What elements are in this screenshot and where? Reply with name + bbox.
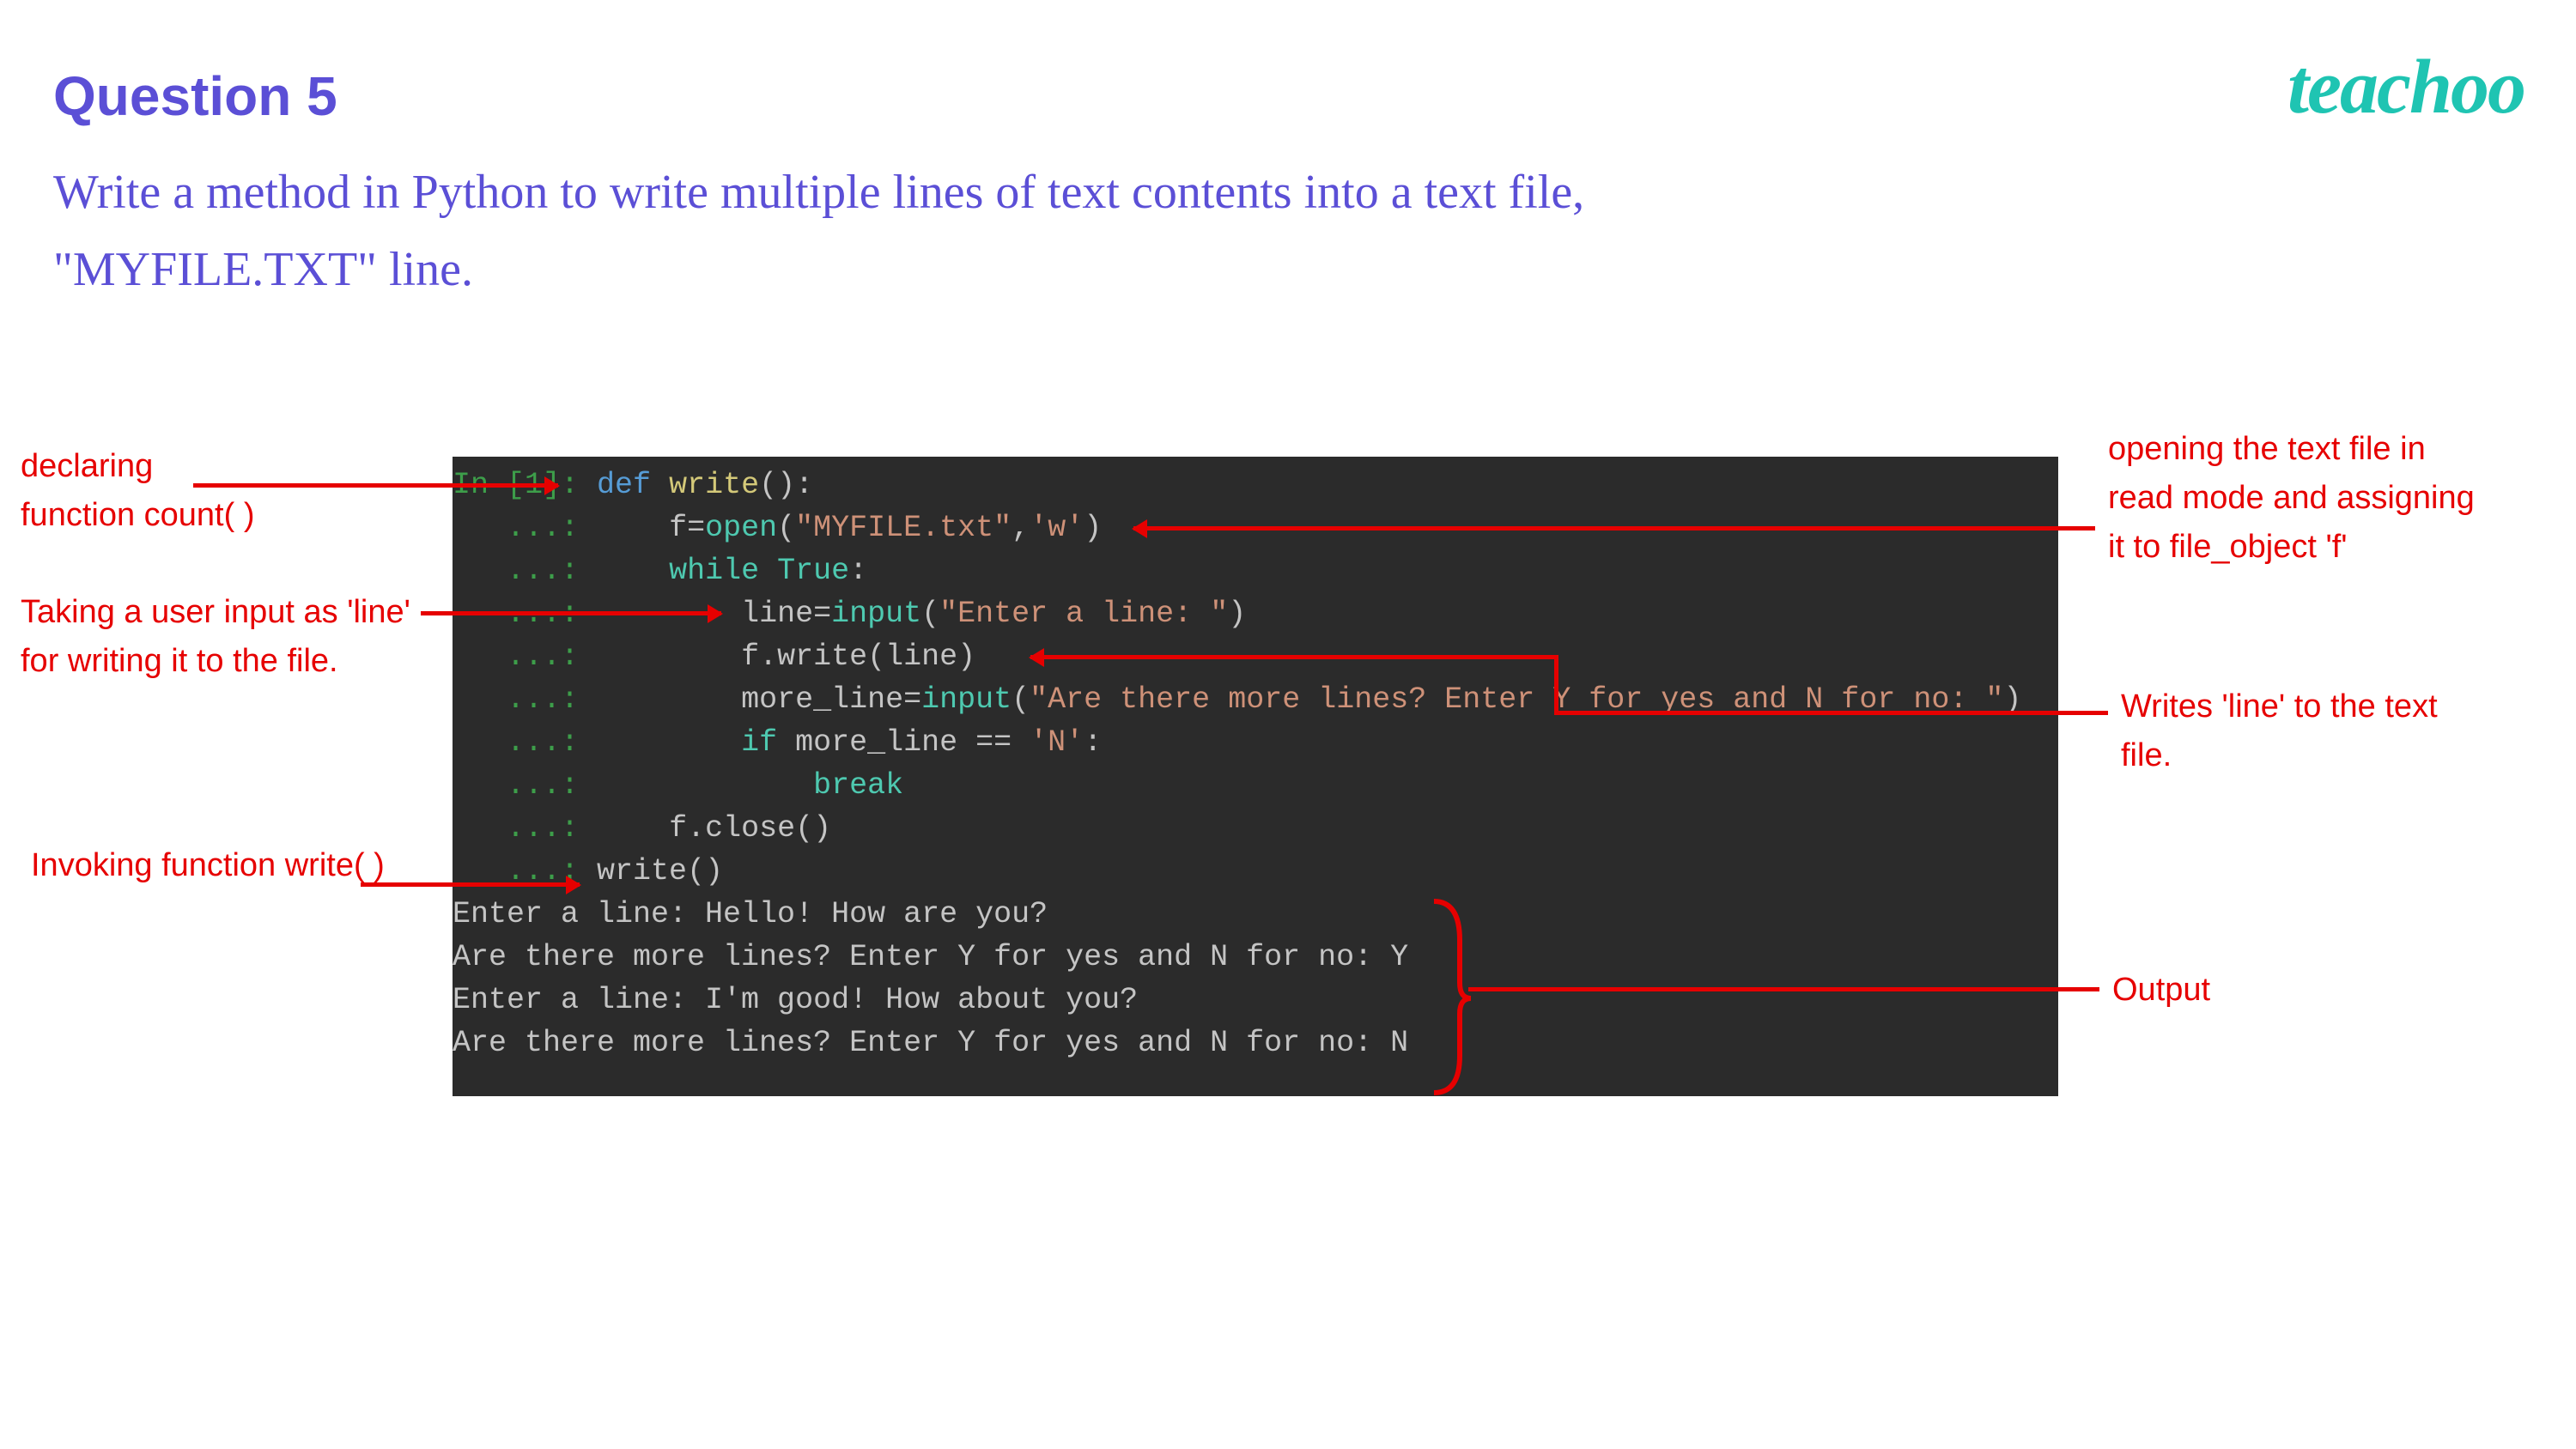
code-text: f: [669, 511, 687, 545]
code-text: line: [741, 597, 813, 631]
output-line: Enter a line: I'm good! How about you?: [453, 983, 1138, 1017]
builtin-input: input: [831, 597, 921, 631]
arrow-icon: [361, 882, 580, 887]
code-text: ():: [759, 468, 813, 502]
annotation-declare: declaring function count( ): [21, 442, 254, 540]
arrow-icon: [1554, 711, 2108, 715]
code-text: f.close(): [669, 811, 831, 846]
string-literal: "MYFILE.txt": [795, 511, 1012, 545]
code-text: write(): [597, 854, 723, 888]
continuation-prompt: ...:: [453, 768, 579, 803]
continuation-prompt: ...:: [453, 811, 579, 846]
string-literal: 'w': [1030, 511, 1084, 545]
continuation-prompt: ...:: [453, 725, 579, 760]
keyword-true: True: [777, 554, 849, 588]
continuation-prompt: ...:: [453, 511, 579, 545]
annotation-invoke: Invoking function write( ): [31, 841, 392, 890]
arrow-icon: [1468, 987, 2099, 991]
continuation-prompt: ...:: [453, 640, 579, 674]
arrow-icon: [1030, 655, 1558, 659]
builtin-open: open: [705, 511, 777, 545]
output-line: Enter a line: Hello! How are you?: [453, 897, 1048, 931]
keyword-while: while: [669, 554, 759, 588]
code-block: In [1]: def write(): ...: f=open("MYFILE…: [453, 457, 2058, 1096]
brand-logo: teachoo: [2287, 43, 2524, 131]
arrow-icon: [1554, 655, 1558, 715]
code-text: f.write(line): [741, 640, 975, 674]
annotation-output: Output: [2112, 966, 2210, 1015]
continuation-prompt: ...:: [453, 682, 579, 717]
output-line: Are there more lines? Enter Y for yes an…: [453, 1026, 1408, 1060]
function-name: write: [669, 468, 759, 502]
builtin-input: input: [921, 682, 1012, 717]
keyword-def: def: [597, 468, 651, 502]
annotation-open-file: opening the text file in read mode and a…: [2108, 425, 2494, 572]
string-literal: "Enter a line: ": [939, 597, 1228, 631]
arrow-icon: [193, 483, 558, 488]
keyword-if: if: [741, 725, 777, 760]
question-text: Write a method in Python to write multip…: [53, 155, 1856, 308]
code-text: more_line: [795, 725, 957, 760]
output-line: Are there more lines? Enter Y for yes an…: [453, 940, 1408, 974]
string-literal: 'N': [1030, 725, 1084, 760]
bracket-icon: [1430, 897, 1473, 1099]
code-text: more_line: [741, 682, 903, 717]
arrow-icon: [421, 611, 721, 615]
arrow-icon: [1133, 526, 2095, 530]
annotation-input-line: Taking a user input as 'line' for writin…: [21, 588, 416, 686]
continuation-prompt: ...:: [453, 554, 579, 588]
annotation-write-line: Writes 'line' to the text file.: [2121, 682, 2464, 780]
question-title: Question 5: [53, 64, 337, 128]
keyword-break: break: [813, 768, 903, 803]
code-text: ==: [975, 725, 1012, 760]
